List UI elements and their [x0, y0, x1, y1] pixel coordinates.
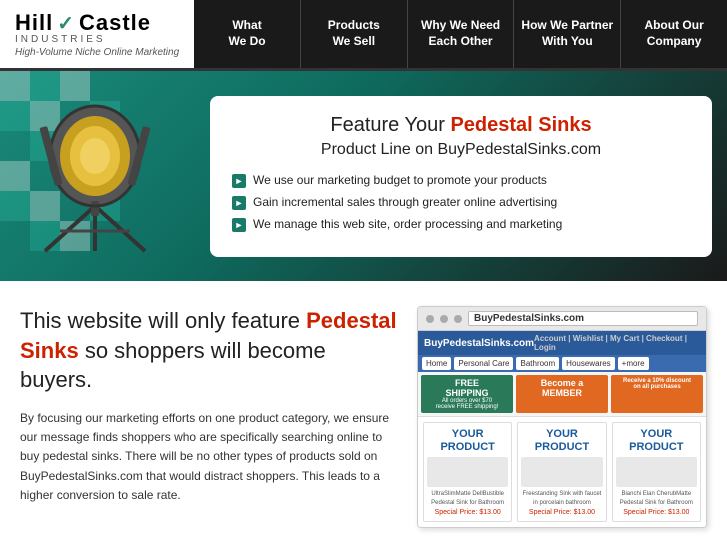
- mock-product-3-price: Special Price: $13.00: [616, 509, 697, 516]
- logo-checkmark-icon: ✓: [57, 11, 75, 36]
- spotlight-image: [15, 86, 195, 266]
- bullet-icon-2: ►: [232, 196, 246, 210]
- bullet-icon-1: ►: [232, 174, 246, 188]
- hero-bullet-3-text: We manage this web site, order processin…: [253, 217, 562, 231]
- mock-promo-shipping: FREESHIPPING All orders over $70receive …: [421, 375, 513, 413]
- mock-nav-house: Housewares: [562, 357, 614, 370]
- nav-what-we-do[interactable]: WhatWe Do: [194, 0, 301, 68]
- mock-product-2-price: Special Price: $13.00: [521, 509, 602, 516]
- hero-subhead: Product Line on BuyPedestalSinks.com: [232, 141, 690, 159]
- mock-nav-home: Home: [422, 357, 451, 370]
- mock-browser: BuyPedestalSinks.com BuyPedestalSinks.co…: [417, 306, 707, 528]
- browser-dot-green: [454, 315, 462, 323]
- main-body-text: By focusing our marketing efforts on one…: [20, 409, 397, 505]
- main-nav: WhatWe Do ProductsWe Sell Why We NeedEac…: [194, 0, 727, 68]
- nav-products-we-sell[interactable]: ProductsWe Sell: [301, 0, 408, 68]
- mock-product-1-price: Special Price: $13.00: [427, 509, 508, 516]
- mock-promo-member: Become aMEMBER: [516, 375, 608, 413]
- browser-dot-red: [426, 315, 434, 323]
- nav-why-we-need[interactable]: Why We NeedEach Other: [408, 0, 515, 68]
- mock-nav-personal: Personal Care: [454, 357, 513, 370]
- hero-bullet-3: ► We manage this web site, order process…: [232, 217, 690, 232]
- mock-product-1-desc: UltraSlimMatte DellBustiblePedestal Sink…: [427, 490, 508, 507]
- logo-hill: Hill: [15, 10, 53, 36]
- mock-product-2-label: YOURPRODUCT: [521, 428, 602, 454]
- mock-product-3-label: YOURPRODUCT: [616, 428, 697, 454]
- logo-area: Hill✓Castle Industries High-Volume Niche…: [0, 0, 194, 68]
- mock-site-title: BuyPedestalSinks.com: [424, 338, 534, 349]
- mock-product-2: YOURPRODUCT Freestanding Sink with fauce…: [517, 422, 606, 522]
- main-right-column: BuyPedestalSinks.com BuyPedestalSinks.co…: [417, 306, 707, 528]
- main-content: This website will only feature Pedestal …: [0, 281, 727, 553]
- mock-nav-more: +more: [618, 357, 649, 370]
- site-header: Hill✓Castle Industries High-Volume Niche…: [0, 0, 727, 71]
- browser-dot-yellow: [440, 315, 448, 323]
- mock-product-1-img: [427, 457, 508, 487]
- mock-products-grid: YOURPRODUCT UltraSlimMatte DellBustibleP…: [418, 417, 706, 527]
- mock-product-2-img: [521, 457, 602, 487]
- mock-site-header: BuyPedestalSinks.com Account | Wishlist …: [418, 331, 706, 355]
- nav-how-we-partner[interactable]: How We PartnerWith You: [514, 0, 621, 68]
- mock-site-nav: Home Personal Care Bathroom Housewares +…: [418, 355, 706, 372]
- mock-product-1: YOURPRODUCT UltraSlimMatte DellBustibleP…: [423, 422, 512, 522]
- browser-url-bar: BuyPedestalSinks.com: [468, 311, 698, 326]
- hero-bullet-1: ► We use our marketing budget to promote…: [232, 173, 690, 188]
- mock-product-3-desc: Bianchi Elan CherubMattePedestal Sink fo…: [616, 490, 697, 507]
- hero-section: Feature Your Pedestal Sinks Product Line…: [0, 71, 727, 281]
- hero-headline: Feature Your Pedestal Sinks: [232, 114, 690, 137]
- mock-product-1-label: YOURPRODUCT: [427, 428, 508, 454]
- hero-content-box: Feature Your Pedestal Sinks Product Line…: [210, 96, 712, 257]
- hero-bullet-2: ► Gain incremental sales through greater…: [232, 195, 690, 210]
- browser-bar: BuyPedestalSinks.com: [418, 307, 706, 331]
- main-left-column: This website will only feature Pedestal …: [20, 306, 397, 528]
- hero-red-text: Pedestal Sinks: [450, 114, 591, 136]
- logo-castle: Castle: [79, 10, 151, 36]
- mock-product-2-desc: Freestanding Sink with faucetin porcelai…: [521, 490, 602, 507]
- hero-bullet-1-text: We use our marketing budget to promote y…: [253, 173, 547, 187]
- nav-about-company[interactable]: About OurCompany: [621, 0, 727, 68]
- mock-product-3: YOURPRODUCT Bianchi Elan CherubMattePede…: [612, 422, 701, 522]
- mock-promo-bar: FREESHIPPING All orders over $70receive …: [418, 372, 706, 417]
- mock-nav-bathroom: Bathroom: [516, 357, 559, 370]
- logo-title: Hill✓Castle: [15, 10, 179, 36]
- mock-product-3-img: [616, 457, 697, 487]
- mock-promo-discount: Receive a 10% discounton all purchases: [611, 375, 703, 413]
- main-headline: This website will only feature Pedestal …: [20, 306, 397, 395]
- main-red-text: Pedestal Sinks: [20, 308, 397, 363]
- bullet-icon-3: ►: [232, 218, 246, 232]
- logo-tagline: High-Volume Niche Online Marketing: [15, 47, 179, 58]
- logo-industries: Industries: [15, 34, 179, 45]
- mock-site: BuyPedestalSinks.com Account | Wishlist …: [418, 331, 706, 527]
- hero-bullet-2-text: Gain incremental sales through greater o…: [253, 195, 557, 209]
- mock-site-links: Account | Wishlist | My Cart | Checkout …: [534, 334, 700, 352]
